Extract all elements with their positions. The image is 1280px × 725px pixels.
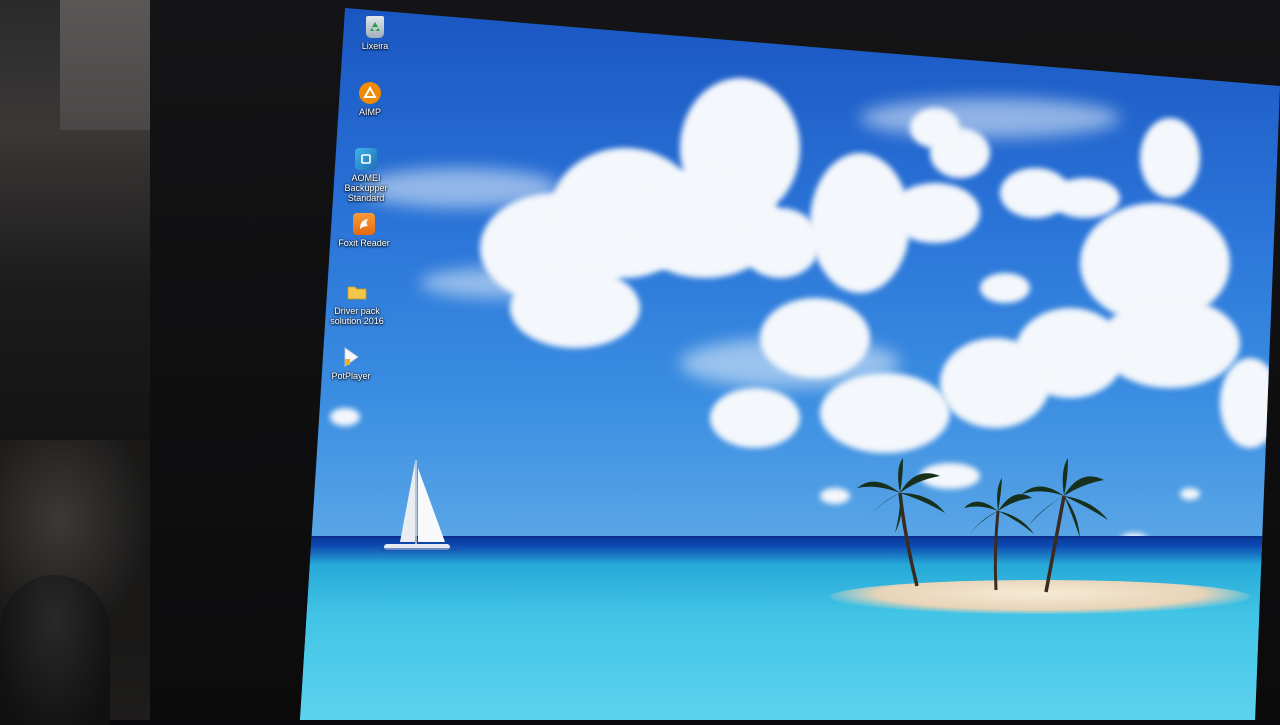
- chair: [0, 575, 110, 725]
- desktop-icon-label: AIMP: [358, 107, 381, 117]
- desktop-icon-recycle-bin[interactable]: Lixeira: [340, 16, 410, 51]
- desktop-screen: Lixeira AIMP AOMEI Backupper Standard Fo…: [300, 8, 1280, 720]
- aomei-backupper-icon: [355, 148, 377, 170]
- foxit-reader-icon: [353, 213, 375, 235]
- wall: [60, 0, 160, 130]
- desktop-icon-foxit-reader[interactable]: Foxit Reader: [329, 213, 399, 248]
- desktop-icon-label: PotPlayer: [331, 371, 371, 381]
- desktop-icon-driver-pack[interactable]: Driver pack solution 2016: [322, 281, 392, 326]
- recycle-bin-icon: [366, 16, 384, 38]
- aimp-icon: [359, 82, 381, 104]
- potplayer-icon: [340, 346, 362, 368]
- desktop-icon-aimp[interactable]: AIMP: [335, 82, 405, 117]
- desktop-icon-label: Driver pack solution 2016: [330, 306, 384, 326]
- desktop-icon-label: AOMEI Backupper Standard: [344, 173, 388, 203]
- desktop-icon-aomei-backupper[interactable]: AOMEI Backupper Standard: [331, 148, 401, 203]
- desktop-icon-potplayer[interactable]: PotPlayer: [316, 346, 386, 381]
- room-background: [0, 0, 170, 725]
- desktop-icon-label: Foxit Reader: [338, 238, 390, 248]
- folder-icon: [346, 281, 368, 303]
- desktop-icons: Lixeira AIMP AOMEI Backupper Standard Fo…: [300, 8, 1280, 720]
- desktop-icon-label: Lixeira: [361, 41, 389, 51]
